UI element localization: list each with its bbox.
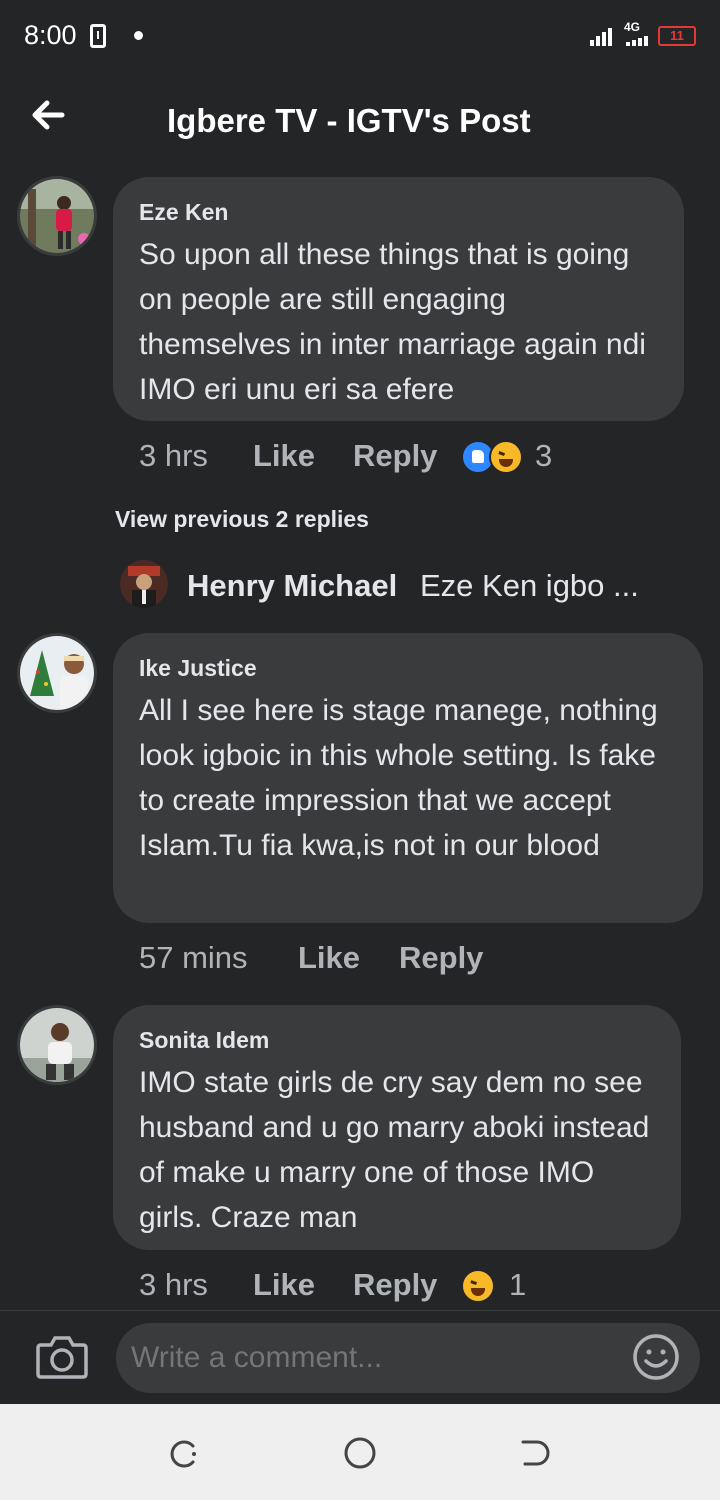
comment-input[interactable] <box>116 1323 700 1393</box>
reaction-count: 1 <box>509 1267 527 1302</box>
network-type: 4G <box>624 20 641 34</box>
comment-meta: 57 mins Like Reply <box>139 940 699 980</box>
reaction-count: 3 <box>535 438 553 473</box>
like-button[interactable]: Like <box>253 438 315 474</box>
reply-snippet: Eze Ken igbo ... <box>420 568 639 603</box>
comment-bubble[interactable]: Ike Justice All I see here is stage mane… <box>113 633 703 923</box>
page-title: Igbere TV - IGTV's Post <box>167 102 531 139</box>
comment-text: All I see here is stage manege, nothing … <box>139 694 658 862</box>
reply-button[interactable]: Reply <box>399 940 483 976</box>
recents-icon[interactable] <box>167 1436 201 1470</box>
reply-button[interactable]: Reply <box>353 1267 437 1303</box>
comment-author[interactable]: Ike Justice <box>139 655 677 682</box>
wifi-signal-icon <box>590 28 616 46</box>
back-nav-icon[interactable] <box>519 1436 553 1470</box>
avatar[interactable] <box>17 633 97 713</box>
reply-author[interactable]: Henry Michael <box>187 568 397 604</box>
comment-time: 57 mins <box>139 940 248 975</box>
home-icon[interactable] <box>343 1436 377 1470</box>
view-previous-replies-link[interactable]: View previous 2 replies <box>115 506 369 533</box>
reaction-summary[interactable] <box>461 440 541 474</box>
haha-reaction-icon <box>489 440 523 474</box>
avatar[interactable] <box>120 560 168 608</box>
comment-author[interactable]: Sonita Idem <box>139 1027 655 1054</box>
cell-signal-icon <box>626 36 650 46</box>
header: Igbere TV - IGTV's Post <box>0 78 720 158</box>
battery-level: 11 <box>658 26 696 46</box>
comment-bubble[interactable]: Sonita Idem IMO state girls de cry say d… <box>113 1005 681 1250</box>
like-button[interactable]: Like <box>298 940 360 976</box>
back-arrow-icon[interactable] <box>26 92 72 138</box>
comment-text: So upon all these things that is going o… <box>139 238 646 406</box>
comment-meta: 3 hrs Like Reply 1 <box>139 1267 699 1307</box>
reply-button[interactable]: Reply <box>353 438 437 474</box>
notification-dot-icon <box>134 31 143 40</box>
haha-reaction-icon <box>461 1269 495 1303</box>
comment-time: 3 hrs <box>139 438 208 473</box>
battery-saver-icon <box>90 24 106 48</box>
avatar[interactable] <box>17 176 97 256</box>
system-nav-bar <box>0 1404 720 1500</box>
comment-time: 3 hrs <box>139 1267 208 1302</box>
comment-meta: 3 hrs Like Reply 3 <box>139 438 699 478</box>
comment-bubble[interactable]: Eze Ken So upon all these things that is… <box>113 177 684 421</box>
avatar[interactable] <box>17 1005 97 1085</box>
emoji-icon[interactable] <box>632 1333 680 1381</box>
reaction-summary[interactable] <box>461 1269 501 1303</box>
status-bar: 8:00 4G 11 <box>0 0 720 72</box>
comment-composer <box>0 1310 720 1404</box>
camera-icon[interactable] <box>36 1333 88 1379</box>
like-button[interactable]: Like <box>253 1267 315 1303</box>
comment-author[interactable]: Eze Ken <box>139 199 658 226</box>
comment-text: IMO state girls de cry say dem no see hu… <box>139 1066 650 1234</box>
status-time: 8:00 <box>24 20 77 50</box>
